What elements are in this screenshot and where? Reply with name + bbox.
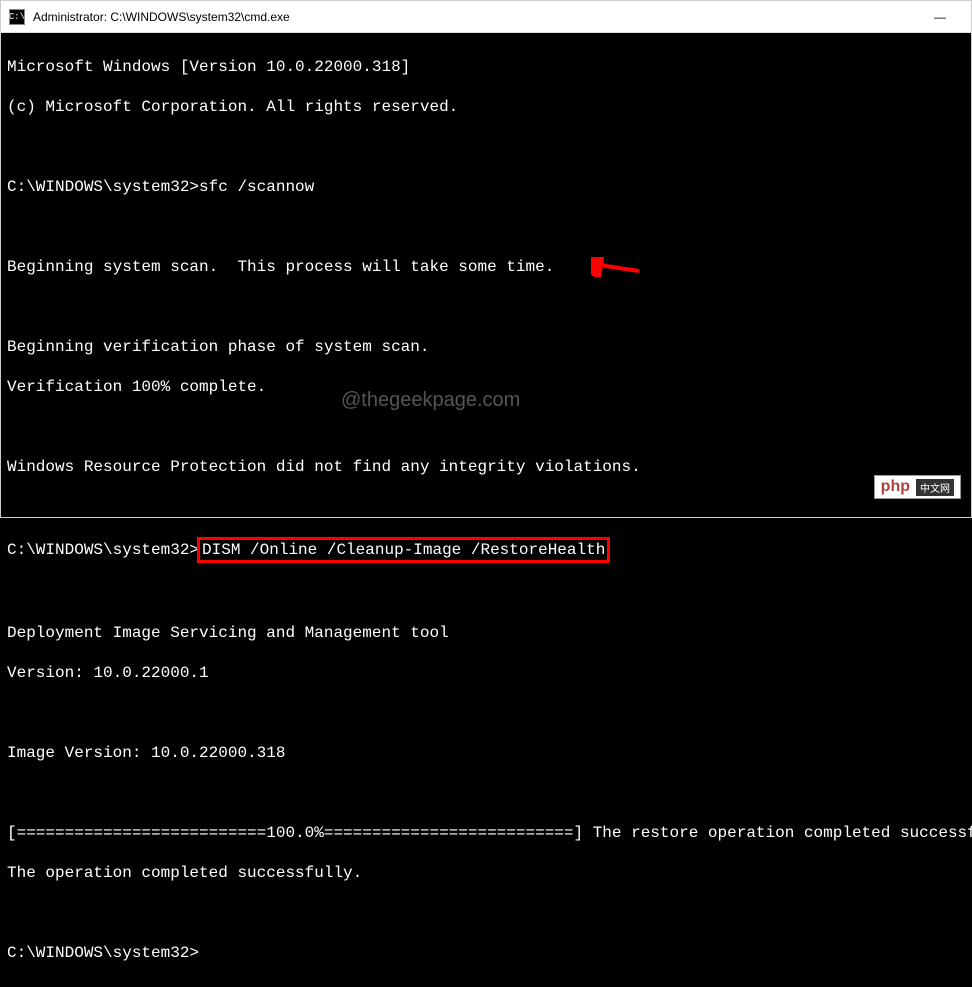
output-line: [==========================100.0%=======… <box>7 823 965 843</box>
prompt-line: C:\WINDOWS\system32>sfc /scannow <box>7 177 965 197</box>
window-title: Administrator: C:\WINDOWS\system32\cmd.e… <box>33 10 917 24</box>
blank-line <box>7 297 965 317</box>
prompt-line: C:\WINDOWS\system32>DISM /Online /Cleanu… <box>7 537 965 563</box>
output-line: Windows Resource Protection did not find… <box>7 457 965 477</box>
output-line: Microsoft Windows [Version 10.0.22000.31… <box>7 57 965 77</box>
blank-line <box>7 497 965 517</box>
badge-logo-text: php <box>881 478 910 496</box>
command-text: sfc /scannow <box>199 178 314 196</box>
prompt-line: C:\WINDOWS\system32> <box>7 943 965 963</box>
highlighted-command: DISM /Online /Cleanup-Image /RestoreHeal… <box>197 537 610 563</box>
blank-line <box>7 703 965 723</box>
blank-line <box>7 903 965 923</box>
output-line: Beginning verification phase of system s… <box>7 337 965 357</box>
site-badge: php 中文网 <box>874 475 961 499</box>
prompt: C:\WINDOWS\system32> <box>7 178 199 196</box>
prompt: C:\WINDOWS\system32> <box>7 541 199 559</box>
output-line: The operation completed successfully. <box>7 863 965 883</box>
badge-cn-text: 中文网 <box>916 479 954 496</box>
output-line: Verification 100% complete. <box>7 377 965 397</box>
output-line: Beginning system scan. This process will… <box>7 257 965 277</box>
arrow-annotation-icon <box>591 257 641 277</box>
blank-line <box>7 217 965 237</box>
blank-line <box>7 783 965 803</box>
output-line: (c) Microsoft Corporation. All rights re… <box>7 97 965 117</box>
output-line: Deployment Image Servicing and Managemen… <box>7 623 965 643</box>
blank-line <box>7 417 965 437</box>
terminal-output[interactable]: Microsoft Windows [Version 10.0.22000.31… <box>1 33 971 987</box>
output-line: Version: 10.0.22000.1 <box>7 663 965 683</box>
minimize-button[interactable]: — <box>917 1 963 33</box>
cmd-icon: C:\ <box>9 9 25 25</box>
blank-line <box>7 137 965 157</box>
output-line: Image Version: 10.0.22000.318 <box>7 743 965 763</box>
prompt: C:\WINDOWS\system32> <box>7 944 199 962</box>
blank-line <box>7 583 965 603</box>
window-titlebar: C:\ Administrator: C:\WINDOWS\system32\c… <box>1 1 971 33</box>
window-controls: — <box>917 1 963 33</box>
